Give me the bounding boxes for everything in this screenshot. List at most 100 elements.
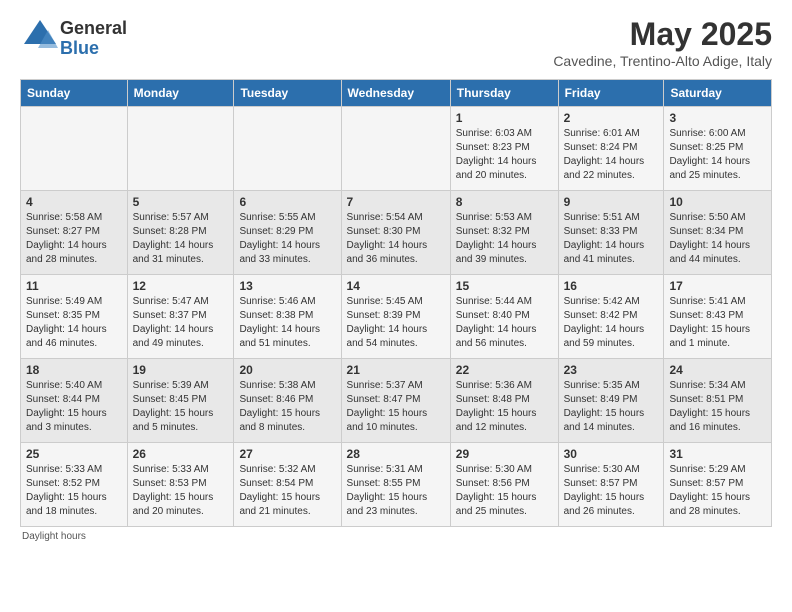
day-number: 3 (669, 111, 766, 125)
day-info: Sunrise: 5:45 AM Sunset: 8:39 PM Dayligh… (347, 295, 445, 351)
day-info: Sunrise: 5:47 AM Sunset: 8:37 PM Dayligh… (133, 295, 229, 351)
subtitle: Cavedine, Trentino-Alto Adige, Italy (553, 53, 772, 69)
day-info: Sunrise: 5:34 AM Sunset: 8:51 PM Dayligh… (669, 379, 766, 435)
footer: Daylight hours (20, 531, 772, 542)
day-cell: 18 Sunrise: 5:40 AM Sunset: 8:44 PM Dayli… (21, 359, 128, 443)
week-row-5: 25 Sunrise: 5:33 AM Sunset: 8:52 PM Dayli… (21, 443, 772, 527)
day-cell: 10 Sunrise: 5:50 AM Sunset: 8:34 PM Dayli… (664, 191, 772, 275)
day-number: 5 (133, 195, 229, 209)
day-info: Sunrise: 5:33 AM Sunset: 8:53 PM Dayligh… (133, 463, 229, 519)
day-info: Sunrise: 6:03 AM Sunset: 8:23 PM Dayligh… (456, 127, 553, 183)
logo-icon (20, 16, 60, 61)
header-row: SundayMondayTuesdayWednesdayThursdayFrid… (21, 80, 772, 107)
day-cell: 30Sunrise: 5:30 AM Sunset: 8:57 PM Dayli… (558, 443, 664, 527)
day-number: 10 (669, 195, 766, 209)
day-number: 14 (347, 279, 445, 293)
day-number: 19 (133, 363, 229, 377)
col-header-sunday: Sunday (21, 80, 128, 107)
day-info: Sunrise: 6:01 AM Sunset: 8:24 PM Dayligh… (564, 127, 659, 183)
day-cell: 6 Sunrise: 5:55 AM Sunset: 8:29 PM Daylig… (234, 191, 341, 275)
logo-blue: Blue (60, 39, 127, 59)
day-number: 8 (456, 195, 553, 209)
day-number: 15 (456, 279, 553, 293)
day-info: Sunrise: 5:55 AM Sunset: 8:29 PM Dayligh… (239, 211, 335, 267)
day-number: 21 (347, 363, 445, 377)
day-info: Sunrise: 5:32 AM Sunset: 8:54 PM Dayligh… (239, 463, 335, 519)
day-info: Sunrise: 5:39 AM Sunset: 8:45 PM Dayligh… (133, 379, 229, 435)
day-info: Sunrise: 5:53 AM Sunset: 8:32 PM Dayligh… (456, 211, 553, 267)
day-info: Sunrise: 5:38 AM Sunset: 8:46 PM Dayligh… (239, 379, 335, 435)
day-number: 25 (26, 447, 122, 461)
day-cell: 20 Sunrise: 5:38 AM Sunset: 8:46 PM Dayli… (234, 359, 341, 443)
day-cell: 13Sunrise: 5:46 AM Sunset: 8:38 PM Dayli… (234, 275, 341, 359)
day-number: 18 (26, 363, 122, 377)
week-row-2: 4 Sunrise: 5:58 AM Sunset: 8:27 PM Daylig… (21, 191, 772, 275)
day-info: Sunrise: 5:31 AM Sunset: 8:55 PM Dayligh… (347, 463, 445, 519)
day-cell: 11 Sunrise: 5:49 AM Sunset: 8:35 PM Dayli… (21, 275, 128, 359)
day-cell: 17Sunrise: 5:41 AM Sunset: 8:43 PM Dayli… (664, 275, 772, 359)
day-info: Sunrise: 5:36 AM Sunset: 8:48 PM Dayligh… (456, 379, 553, 435)
day-info: Sunrise: 5:50 AM Sunset: 8:34 PM Dayligh… (669, 211, 766, 267)
footer-note: Daylight hours (22, 531, 86, 542)
day-number: 31 (669, 447, 766, 461)
day-info: Sunrise: 5:54 AM Sunset: 8:30 PM Dayligh… (347, 211, 445, 267)
day-info: Sunrise: 6:00 AM Sunset: 8:25 PM Dayligh… (669, 127, 766, 183)
page: General Blue May 2025 Cavedine, Trentino… (0, 0, 792, 554)
day-number: 12 (133, 279, 229, 293)
day-cell: 15Sunrise: 5:44 AM Sunset: 8:40 PM Dayli… (450, 275, 558, 359)
day-cell: 1 Sunrise: 6:03 AM Sunset: 8:23 PM Daylig… (450, 107, 558, 191)
day-cell: 8 Sunrise: 5:53 AM Sunset: 8:32 PM Daylig… (450, 191, 558, 275)
day-number: 20 (239, 363, 335, 377)
day-cell: 3 Sunrise: 6:00 AM Sunset: 8:25 PM Daylig… (664, 107, 772, 191)
day-cell: 19 Sunrise: 5:39 AM Sunset: 8:45 PM Dayli… (127, 359, 234, 443)
day-info: Sunrise: 5:42 AM Sunset: 8:42 PM Dayligh… (564, 295, 659, 351)
day-cell: 23 Sunrise: 5:35 AM Sunset: 8:49 PM Dayli… (558, 359, 664, 443)
day-number: 1 (456, 111, 553, 125)
day-info: Sunrise: 5:37 AM Sunset: 8:47 PM Dayligh… (347, 379, 445, 435)
col-header-friday: Friday (558, 80, 664, 107)
day-cell: 24 Sunrise: 5:34 AM Sunset: 8:51 PM Dayli… (664, 359, 772, 443)
title-area: May 2025 Cavedine, Trentino-Alto Adige, … (553, 16, 772, 69)
day-number: 22 (456, 363, 553, 377)
day-cell: 31Sunrise: 5:29 AM Sunset: 8:57 PM Dayli… (664, 443, 772, 527)
day-info: Sunrise: 5:51 AM Sunset: 8:33 PM Dayligh… (564, 211, 659, 267)
logo: General Blue (20, 16, 127, 61)
day-number: 9 (564, 195, 659, 209)
day-number: 13 (239, 279, 335, 293)
day-cell: 27 Sunrise: 5:32 AM Sunset: 8:54 PM Dayli… (234, 443, 341, 527)
col-header-monday: Monday (127, 80, 234, 107)
header: General Blue May 2025 Cavedine, Trentino… (20, 16, 772, 69)
day-info: Sunrise: 5:58 AM Sunset: 8:27 PM Dayligh… (26, 211, 122, 267)
day-info: Sunrise: 5:35 AM Sunset: 8:49 PM Dayligh… (564, 379, 659, 435)
day-number: 27 (239, 447, 335, 461)
day-info: Sunrise: 5:33 AM Sunset: 8:52 PM Dayligh… (26, 463, 122, 519)
day-number: 30 (564, 447, 659, 461)
day-number: 6 (239, 195, 335, 209)
day-number: 29 (456, 447, 553, 461)
week-row-4: 18 Sunrise: 5:40 AM Sunset: 8:44 PM Dayli… (21, 359, 772, 443)
col-header-saturday: Saturday (664, 80, 772, 107)
day-number: 26 (133, 447, 229, 461)
day-number: 23 (564, 363, 659, 377)
day-info: Sunrise: 5:40 AM Sunset: 8:44 PM Dayligh… (26, 379, 122, 435)
day-number: 7 (347, 195, 445, 209)
day-cell: 26 Sunrise: 5:33 AM Sunset: 8:53 PM Dayli… (127, 443, 234, 527)
day-cell (234, 107, 341, 191)
day-cell: 28 Sunrise: 5:31 AM Sunset: 8:55 PM Dayli… (341, 443, 450, 527)
day-number: 4 (26, 195, 122, 209)
col-header-thursday: Thursday (450, 80, 558, 107)
day-info: Sunrise: 5:41 AM Sunset: 8:43 PM Dayligh… (669, 295, 766, 351)
day-number: 11 (26, 279, 122, 293)
day-number: 28 (347, 447, 445, 461)
col-header-wednesday: Wednesday (341, 80, 450, 107)
day-cell: 16Sunrise: 5:42 AM Sunset: 8:42 PM Dayli… (558, 275, 664, 359)
calendar-table: SundayMondayTuesdayWednesdayThursdayFrid… (20, 79, 772, 527)
day-info: Sunrise: 5:49 AM Sunset: 8:35 PM Dayligh… (26, 295, 122, 351)
week-row-1: 1 Sunrise: 6:03 AM Sunset: 8:23 PM Daylig… (21, 107, 772, 191)
day-number: 2 (564, 111, 659, 125)
logo-text: General Blue (60, 19, 127, 59)
day-cell: 5Sunrise: 5:57 AM Sunset: 8:28 PM Daylig… (127, 191, 234, 275)
day-number: 24 (669, 363, 766, 377)
day-cell: 12 Sunrise: 5:47 AM Sunset: 8:37 PM Dayli… (127, 275, 234, 359)
day-cell (341, 107, 450, 191)
